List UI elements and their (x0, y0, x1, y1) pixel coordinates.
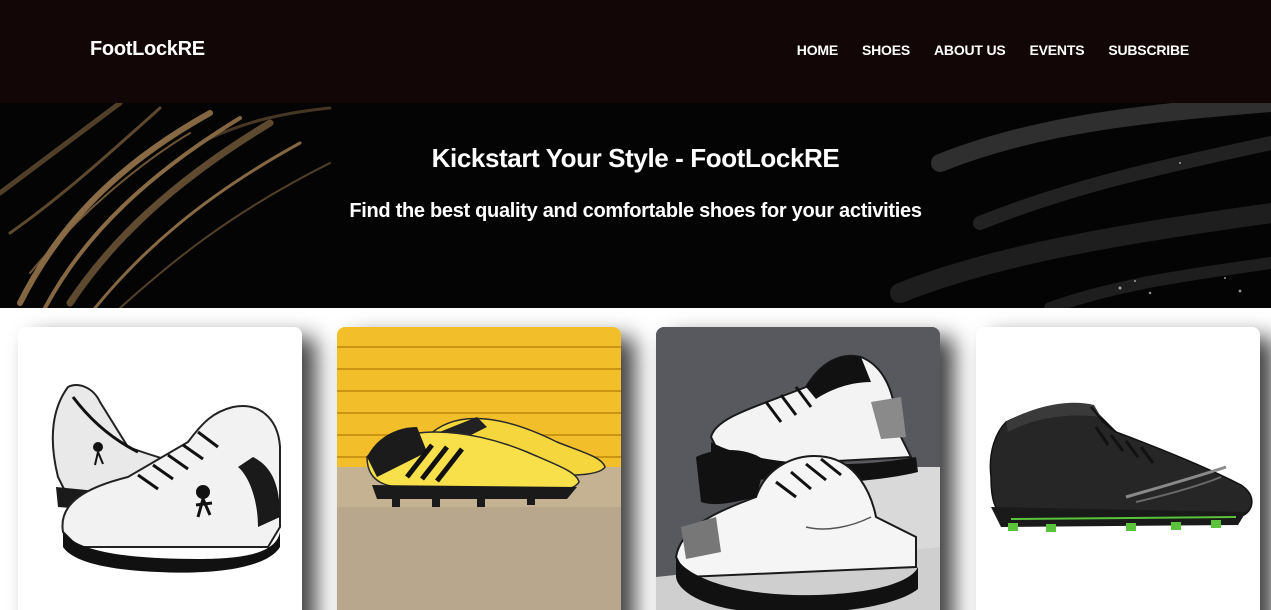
nav-link-shoes[interactable]: SHOES (862, 42, 910, 58)
top-navbar: FootLockRE HOME SHOES ABOUT US EVENTS SU… (0, 0, 1271, 103)
nav-link-subscribe[interactable]: SUBSCRIBE (1108, 42, 1189, 58)
hero-banner: Kickstart Your Style - FootLockRE Find t… (0, 103, 1271, 308)
product-cards (0, 308, 1271, 610)
nav-link-events[interactable]: EVENTS (1030, 42, 1085, 58)
product-image-yellow-cleats (337, 327, 621, 610)
product-image-terde-sneakers (656, 327, 940, 610)
hero-subtitle: Find the best quality and comfortable sh… (349, 200, 922, 222)
product-image-black-football-boot (976, 327, 1260, 610)
hero-title: Kickstart Your Style - FootLockRE (431, 143, 840, 173)
product-card-3[interactable] (656, 327, 940, 610)
nav-link-about-us[interactable]: ABOUT US (934, 42, 1006, 58)
main-nav: HOME SHOES ABOUT US EVENTS SUBSCRIBE (797, 42, 1189, 58)
brand-logo-link[interactable]: FootLockRE (90, 38, 205, 61)
product-image-basketball-sneakers (18, 327, 302, 610)
product-card-2[interactable] (337, 327, 621, 610)
product-card-4[interactable] (976, 327, 1260, 610)
nav-link-home[interactable]: HOME (797, 42, 838, 58)
product-card-1[interactable] (18, 327, 302, 610)
